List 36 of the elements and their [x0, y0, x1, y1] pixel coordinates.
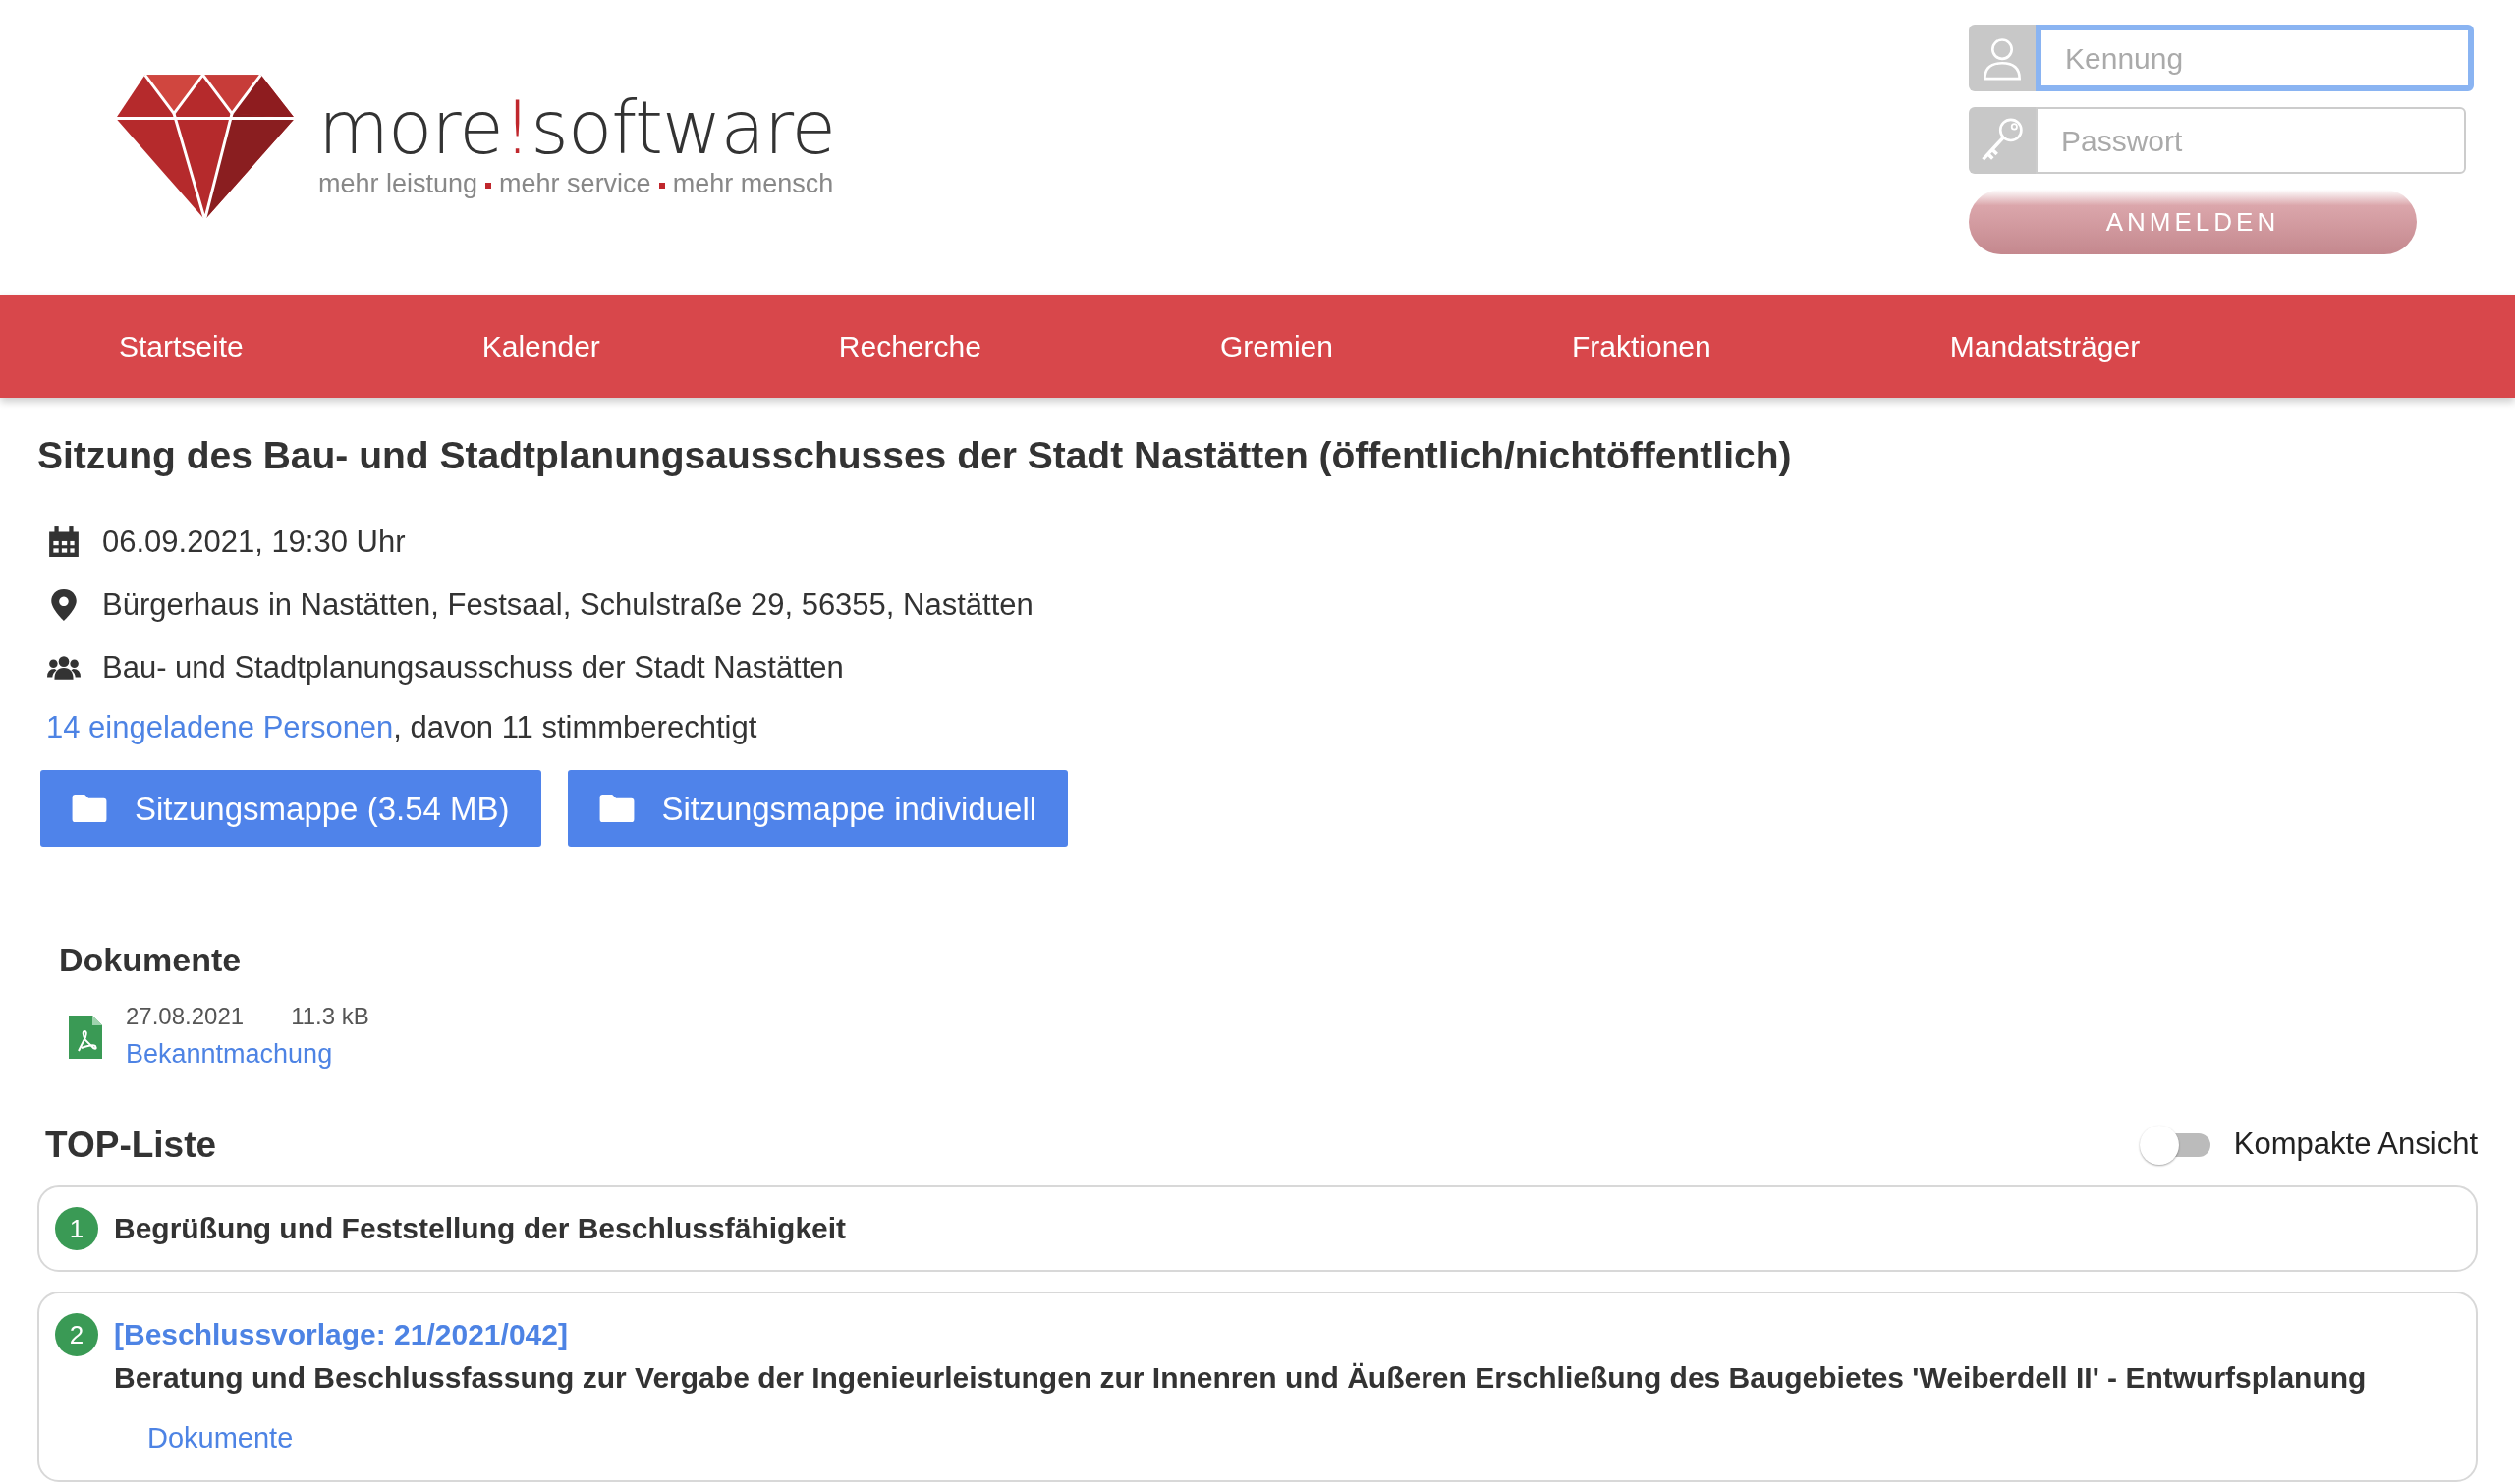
pdf-file-icon [69, 1015, 102, 1059]
documents-heading: Dokumente [59, 940, 243, 981]
nav-link[interactable]: Kalender [481, 324, 600, 368]
location-text: Bürgerhaus in Nastätten, Festsaal, Schulstraße 29, 56355, Nastätten [102, 585, 1034, 624]
nav-link[interactable]: Startseite [119, 324, 244, 368]
login-button[interactable]: ANMELDEN [1969, 190, 2417, 254]
logo-wordmark: more!software [318, 90, 836, 164]
item-number: 2 [55, 1313, 98, 1357]
gem-logo-icon [116, 75, 295, 220]
folder-icon [598, 794, 635, 824]
folder-button[interactable]: Sitzungsmappe (3.54 MB) [40, 770, 541, 848]
folder-icon [72, 794, 107, 824]
meeting-title: Sitzung des Bau- und Stadtplanungsausschusses der Stadt Nastätten (öffentlich/nichtöffentlich) [37, 433, 1793, 478]
committee-text: Bau- und Stadtplanungsausschuss der Stadt Nastätten [102, 648, 844, 687]
document-size: 11.3 kB [291, 1002, 369, 1032]
calendar-icon [47, 524, 81, 559]
logo-tagline: mehr leistung mehr service mehr mensch [318, 167, 835, 200]
username-field[interactable]: Kennung [2036, 25, 2474, 91]
resolution-link[interactable]: [Beschlussvorlage: 21/2021/042] [114, 1313, 568, 1357]
document-date: 27.08.2021 [126, 1002, 245, 1032]
date-text: 06.09.2021, 19:30 Uhr [102, 522, 406, 561]
nav-link[interactable]: Mandatsträger [1949, 324, 2141, 368]
document-link[interactable]: Bekanntmachung [126, 1039, 333, 1070]
nav-link[interactable]: Gremien [1219, 324, 1333, 368]
password-field[interactable]: Passwort [2036, 107, 2466, 174]
item-title: Beratung und Beschlussfassung zur Vergabe der Ingenieurleistungen zur Innenren und Äußeren Erschließung des Baugebietes 'Weiberdell II' - Entwurfsplanung [114, 1360, 2367, 1397]
invitation-text: 14 eingeladene Personen, davon 11 stimmberechtigt [46, 708, 758, 746]
item-title: Begrüßung und Feststellung der Beschlussfähigkeit [114, 1211, 847, 1247]
item-number: 1 [55, 1207, 98, 1251]
documents-link[interactable]: Dokumente [147, 1417, 294, 1460]
agenda-heading: TOP-Liste [45, 1123, 217, 1167]
folder-button[interactable]: Sitzungsmappe individuell [567, 770, 1069, 848]
toggle-label: Kompakte Ansicht [2233, 1126, 2478, 1164]
nav-link[interactable]: Recherche [838, 324, 981, 368]
invited-persons-link[interactable]: 14 eingeladene Personen [46, 709, 394, 744]
nav-link[interactable]: Fraktionen [1571, 324, 1711, 368]
